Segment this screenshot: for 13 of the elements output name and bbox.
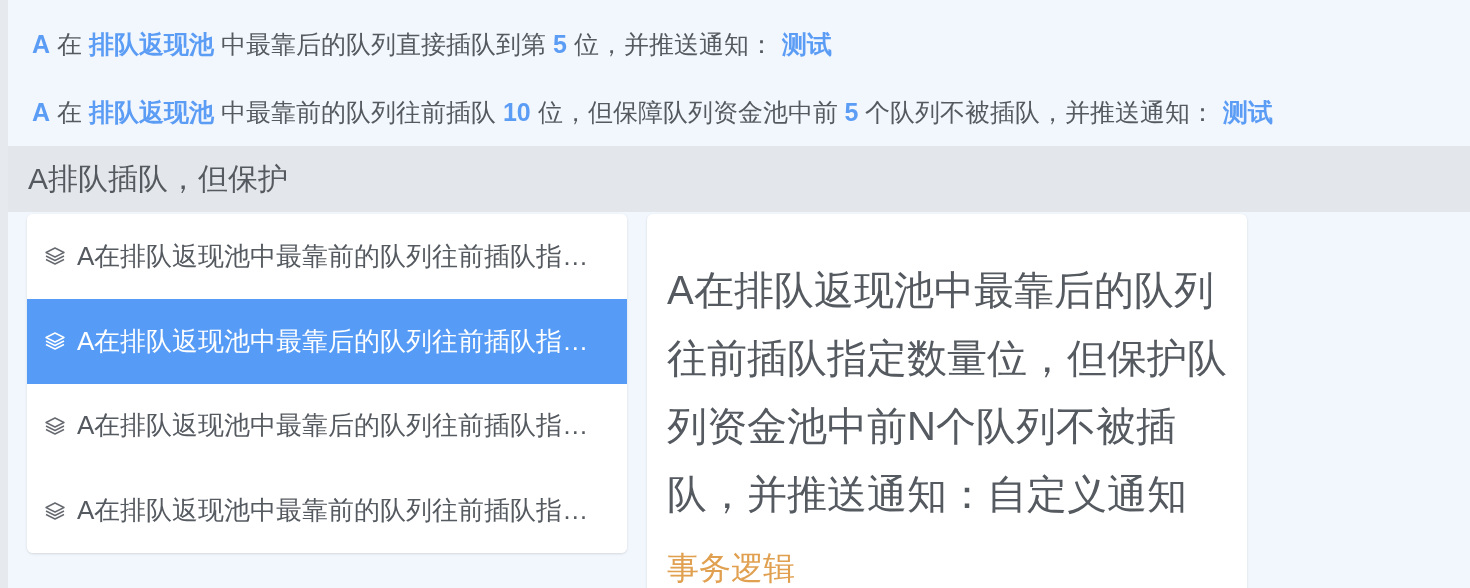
suggestion-item[interactable]: A在排队返现池中最靠后的队列往前插队指… [27,298,627,384]
detail-title: A在排队返现池中最靠后的队列往前插队指定数量位，但保护队列资金池中前N个队列不被插队，并推送通知：自定义通知 [667,267,1227,518]
layers-icon [45,247,65,266]
rule-text: A 在 排队返现池 中最靠后的队列直接插队到第 5 位，并推送通知： [32,29,774,61]
layers-icon [45,501,65,520]
layers-icon [45,416,65,435]
suggestion-item[interactable]: A在排队返现池中最靠后的队列往前插队指… [27,383,627,469]
suggestion-item[interactable]: A在排队返现池中最靠前的队列往前插队指… [27,468,627,553]
search-field[interactable]: A排队插队，但保护 [8,146,1470,212]
category-label: 事务逻辑 [667,549,795,588]
rule-text: A 在 排队返现池 中最靠前的队列往前插队 10 位，但保障队列资金池中前 5 个队列不被插队，并推送通知： [32,97,1216,129]
layers-icon [45,332,65,351]
suggestion-item[interactable]: A在排队返现池中最靠前的队列往前插队指… [27,214,627,299]
